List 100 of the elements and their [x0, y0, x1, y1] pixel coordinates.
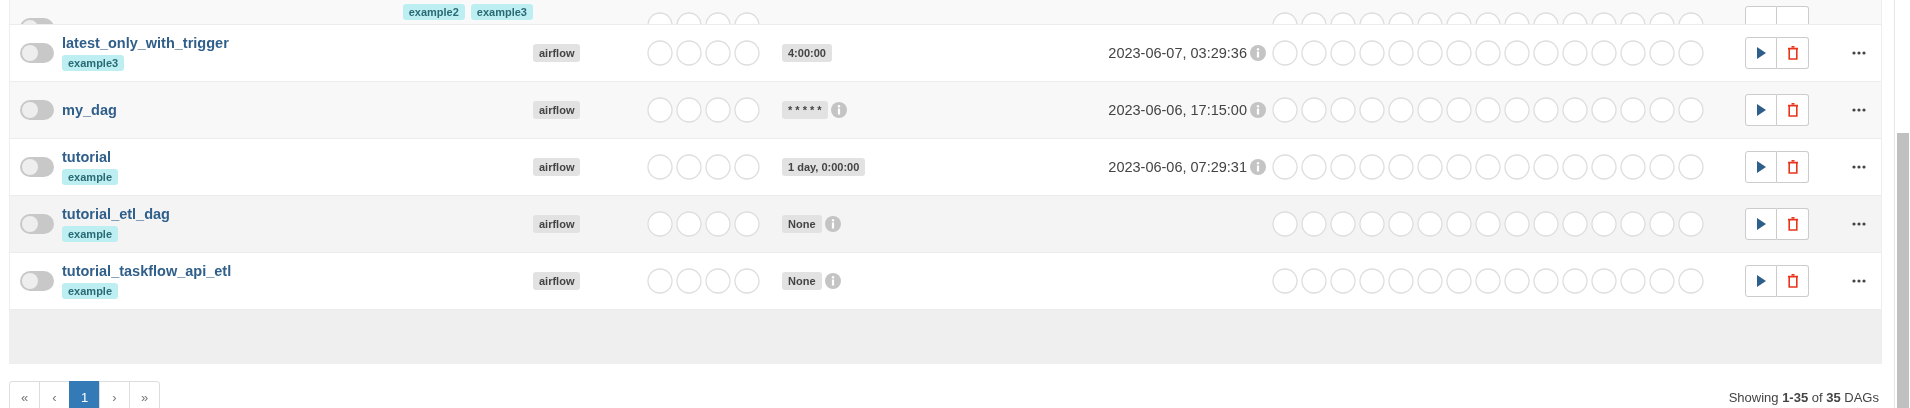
status-circle[interactable]	[1649, 97, 1675, 123]
status-circle[interactable]	[1301, 268, 1327, 294]
more-icon[interactable]	[1852, 51, 1866, 55]
status-circle[interactable]	[1417, 40, 1443, 66]
status-circle[interactable]	[1678, 40, 1704, 66]
delete-button[interactable]	[1777, 265, 1809, 297]
status-circle[interactable]	[734, 97, 760, 123]
tag[interactable]: example3	[62, 55, 125, 71]
status-circle[interactable]	[1620, 154, 1646, 180]
status-circle[interactable]	[1562, 268, 1588, 294]
status-circle[interactable]	[1620, 211, 1646, 237]
status-circle[interactable]	[1446, 268, 1472, 294]
page-button[interactable]: 1	[69, 381, 100, 408]
status-circle[interactable]	[647, 97, 673, 123]
status-circle[interactable]	[676, 268, 702, 294]
status-circle[interactable]	[676, 211, 702, 237]
trigger-button[interactable]	[1745, 37, 1777, 69]
status-circle[interactable]	[1301, 154, 1327, 180]
status-circle[interactable]	[1649, 40, 1675, 66]
delete-button[interactable]	[1777, 151, 1809, 183]
dag-link[interactable]: latest_only_with_trigger	[62, 35, 229, 51]
status-circle[interactable]	[1475, 211, 1501, 237]
status-circle[interactable]	[705, 211, 731, 237]
status-circle[interactable]	[1533, 40, 1559, 66]
page-button[interactable]: »	[129, 381, 160, 408]
status-circle[interactable]	[1649, 268, 1675, 294]
status-circle[interactable]	[705, 268, 731, 294]
status-circle[interactable]	[1446, 40, 1472, 66]
status-circle[interactable]	[1330, 211, 1356, 237]
page-button[interactable]: ›	[99, 381, 130, 408]
trigger-button[interactable]	[1745, 151, 1777, 183]
trigger-button[interactable]	[1745, 265, 1777, 297]
status-circle[interactable]	[1475, 154, 1501, 180]
status-circle[interactable]	[1475, 268, 1501, 294]
toggle-switch[interactable]	[20, 214, 54, 234]
status-circle[interactable]	[1388, 211, 1414, 237]
status-circle[interactable]	[1272, 268, 1298, 294]
status-circle[interactable]	[1591, 40, 1617, 66]
tag[interactable]: example2	[402, 4, 465, 20]
tag[interactable]: example	[62, 283, 119, 299]
toggle-switch[interactable]	[20, 271, 54, 291]
status-circle[interactable]	[647, 268, 673, 294]
status-circle[interactable]	[1678, 211, 1704, 237]
status-circle[interactable]	[647, 211, 673, 237]
status-circle[interactable]	[1649, 154, 1675, 180]
status-circle[interactable]	[676, 97, 702, 123]
status-circle[interactable]	[1417, 154, 1443, 180]
delete-button[interactable]	[1777, 37, 1809, 69]
status-circle[interactable]	[1388, 154, 1414, 180]
status-circle[interactable]	[647, 154, 673, 180]
status-circle[interactable]	[1301, 40, 1327, 66]
info-icon[interactable]	[1250, 45, 1266, 61]
more-icon[interactable]	[1852, 165, 1866, 169]
status-circle[interactable]	[1359, 154, 1385, 180]
status-circle[interactable]	[1446, 154, 1472, 180]
status-circle[interactable]	[1330, 97, 1356, 123]
status-circle[interactable]	[1272, 97, 1298, 123]
status-circle[interactable]	[1475, 97, 1501, 123]
status-circle[interactable]	[1417, 97, 1443, 123]
tag[interactable]: example	[62, 169, 119, 185]
status-circle[interactable]	[734, 268, 760, 294]
status-circle[interactable]	[1272, 154, 1298, 180]
status-circle[interactable]	[1678, 154, 1704, 180]
status-circle[interactable]	[1301, 97, 1327, 123]
status-circle[interactable]	[1446, 211, 1472, 237]
more-icon[interactable]	[1852, 222, 1866, 226]
status-circle[interactable]	[1620, 40, 1646, 66]
status-circle[interactable]	[1533, 154, 1559, 180]
status-circle[interactable]	[1417, 268, 1443, 294]
dag-link[interactable]: tutorial_taskflow_api_etl	[62, 263, 232, 279]
status-circle[interactable]	[1272, 40, 1298, 66]
delete-button[interactable]	[1777, 94, 1809, 126]
status-circle[interactable]	[1504, 40, 1530, 66]
status-circle[interactable]	[1562, 40, 1588, 66]
info-icon[interactable]	[824, 273, 841, 289]
status-circle[interactable]	[734, 154, 760, 180]
status-circle[interactable]	[1475, 40, 1501, 66]
status-circle[interactable]	[1678, 97, 1704, 123]
delete-button[interactable]	[1777, 208, 1809, 240]
status-circle[interactable]	[734, 40, 760, 66]
status-circle[interactable]	[1359, 211, 1385, 237]
status-circle[interactable]	[705, 97, 731, 123]
status-circle[interactable]	[1504, 154, 1530, 180]
status-circle[interactable]	[1388, 40, 1414, 66]
status-circle[interactable]	[705, 40, 731, 66]
status-circle[interactable]	[676, 40, 702, 66]
trigger-button[interactable]	[1745, 94, 1777, 126]
status-circle[interactable]	[1417, 211, 1443, 237]
status-circle[interactable]	[1359, 268, 1385, 294]
tag[interactable]: example3	[470, 4, 533, 20]
status-circle[interactable]	[1533, 97, 1559, 123]
status-circle[interactable]	[1620, 97, 1646, 123]
info-icon[interactable]	[1250, 102, 1266, 118]
status-circle[interactable]	[1504, 268, 1530, 294]
info-icon[interactable]	[830, 102, 847, 118]
info-icon[interactable]	[1250, 159, 1266, 175]
status-circle[interactable]	[1562, 211, 1588, 237]
status-circle[interactable]	[1591, 211, 1617, 237]
status-circle[interactable]	[1562, 154, 1588, 180]
status-circle[interactable]	[1649, 211, 1675, 237]
